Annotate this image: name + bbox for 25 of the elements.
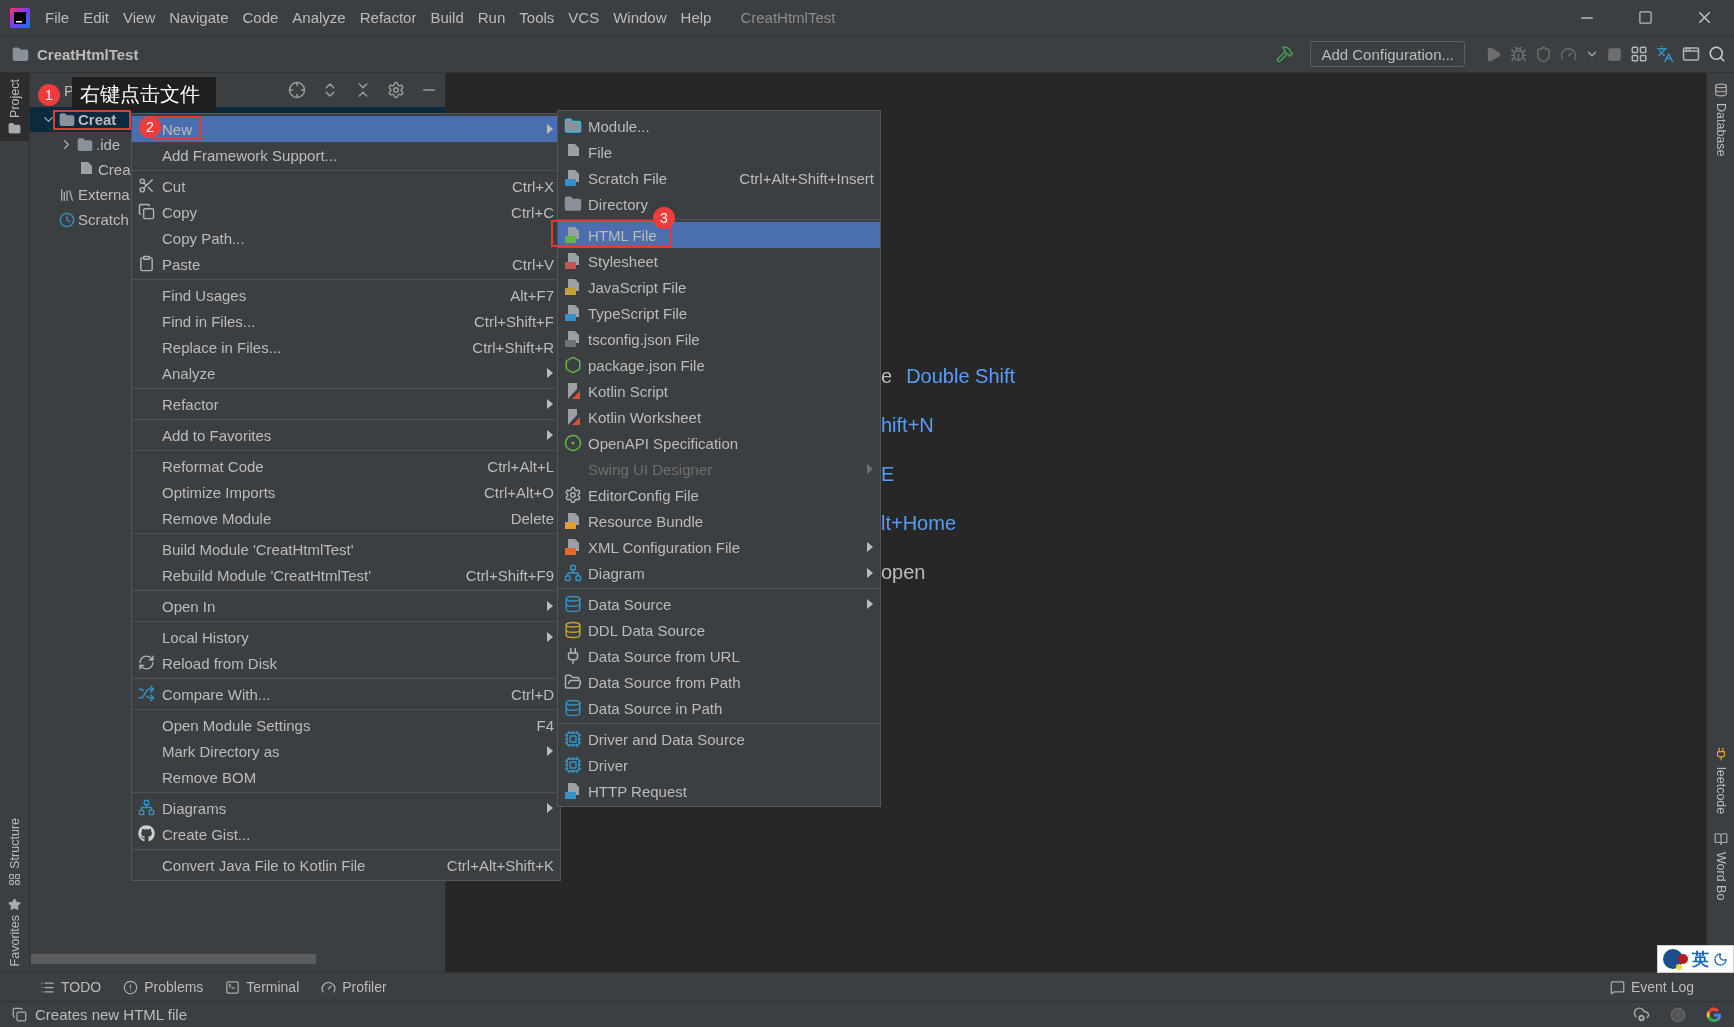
shortcut-label: Ctrl+Shift+R bbox=[471, 338, 554, 356]
shortcut-label: Ctrl+Alt+O bbox=[482, 483, 554, 501]
hint-text: open bbox=[881, 560, 926, 584]
hint-shortcut: lt+Home bbox=[881, 511, 957, 535]
shortcut-label: Ctrl+C bbox=[510, 203, 554, 221]
shortcut-label: Ctrl+Shift+F bbox=[472, 312, 554, 330]
shortcut-label: Ctrl+Alt+Shift+Insert bbox=[738, 169, 874, 187]
hint-shortcut: Double Shift bbox=[906, 364, 1016, 388]
window-title: CreatHtmlTest bbox=[740, 9, 837, 26]
shortcut-label: Ctrl+X bbox=[510, 177, 554, 195]
shortcut-label: Alt+F7 bbox=[509, 286, 554, 304]
shortcut-label: Ctrl+V bbox=[510, 255, 554, 273]
tooltip: 右键点击文件 bbox=[72, 77, 216, 112]
step-marker: 1 bbox=[38, 84, 60, 106]
shortcut-label: F4 bbox=[535, 716, 554, 734]
shortcut-label: Ctrl+Alt+Shift+K bbox=[445, 856, 554, 874]
shortcut-label: Ctrl+Alt+L bbox=[486, 457, 554, 475]
breadcrumb: CreatHtmlTest bbox=[37, 45, 140, 63]
status-text: Creates new HTML file bbox=[35, 1006, 188, 1023]
hint-shortcut: E bbox=[881, 462, 895, 486]
hint-text: e bbox=[881, 364, 893, 388]
shortcut-label: Ctrl+D bbox=[510, 685, 554, 703]
hint-shortcut: hift+N bbox=[881, 413, 934, 437]
shortcut-label: Ctrl+Shift+F9 bbox=[464, 566, 554, 584]
shortcut-label: Delete bbox=[509, 509, 554, 527]
